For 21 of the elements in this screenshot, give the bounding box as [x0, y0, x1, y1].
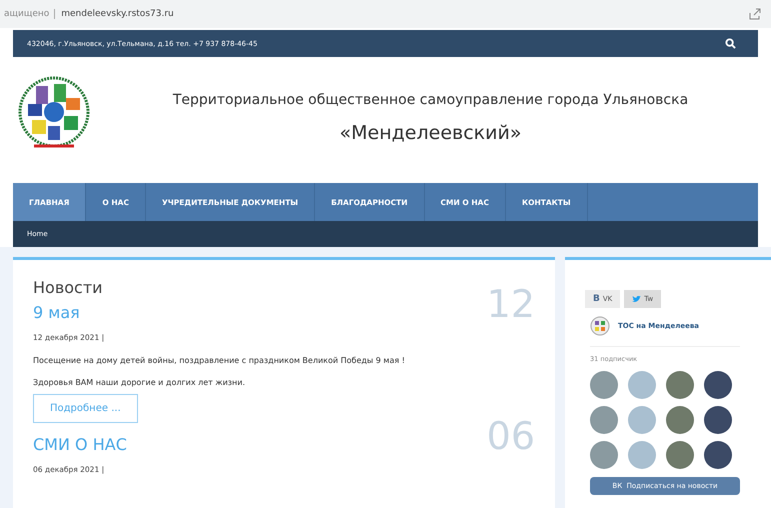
avatar-placeholder[interactable]: [666, 371, 694, 399]
address-bar[interactable]: ащищено mendeleevsky.rstos73.ru: [0, 0, 771, 28]
bird-icon: [632, 296, 642, 302]
read-more-button[interactable]: Подробнее ...: [33, 394, 138, 423]
group-logo-icon[interactable]: [590, 316, 610, 336]
site-title: Территориальное общественное самоуправление города Ульяновска: [172, 92, 690, 108]
avatar-placeholder[interactable]: [666, 441, 694, 469]
site-name: «Менделеевский»: [338, 122, 522, 144]
avatar-placeholder[interactable]: [704, 441, 732, 469]
avatar-placeholder[interactable]: [704, 406, 732, 434]
security-label: ащищено: [4, 9, 56, 19]
news-text: Здоровья ВАМ наши дорогие и долгих лет жизни.: [33, 377, 246, 389]
news-text: Посещение на дому детей войны, поздравление с праздником Великой Победы 9 мая !: [33, 355, 406, 367]
news-title[interactable]: 9 мая: [33, 303, 80, 322]
share-icon[interactable]: [749, 8, 761, 20]
section-heading: Новости: [33, 278, 104, 297]
search-icon[interactable]: [725, 38, 736, 49]
avatar-placeholder[interactable]: [666, 406, 694, 434]
news-title[interactable]: СМИ О НАС: [33, 435, 127, 454]
url-text: mendeleevsky.rstos73.ru: [61, 9, 175, 19]
avatar-placeholder[interactable]: [704, 371, 732, 399]
